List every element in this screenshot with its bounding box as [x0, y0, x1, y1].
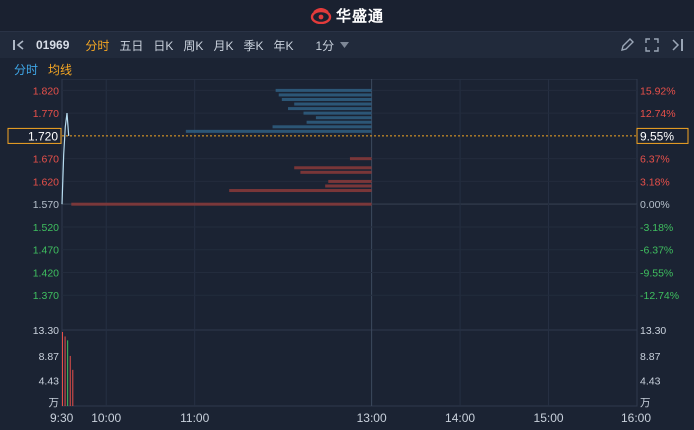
chevron-down-icon: [340, 42, 350, 48]
bid-depth-bar: [325, 184, 372, 188]
ask-depth-bar: [281, 97, 372, 101]
ask-depth-bar: [185, 129, 372, 133]
tab-intraday[interactable]: 分时: [80, 37, 114, 54]
pct-tick-label: 15.92%: [640, 85, 676, 97]
volume-bar: [67, 340, 69, 406]
ask-depth-bar: [288, 107, 372, 111]
time-tick-label: 15:00: [534, 411, 564, 425]
volume-bar: [69, 355, 71, 406]
price-tick-label: 1.670: [33, 154, 59, 166]
volume-tick-label-right: 8.87: [640, 351, 661, 363]
intraday-chart: 1.720 9.55% 9:30 10:00 11:00 13:00 14:00 15:00…: [7, 79, 689, 425]
volume-tick-label-right: 万: [640, 397, 651, 409]
sub-bar: 分时 均线: [0, 59, 694, 79]
tab-five-day[interactable]: 五日: [114, 37, 148, 54]
volume-tick-label-right: 4.43: [640, 376, 661, 388]
expand-icon[interactable]: [645, 38, 659, 52]
price-tick-label: 1.470: [33, 245, 59, 257]
pct-tick-label: 3.18%: [640, 176, 670, 188]
ask-depth-bar: [294, 102, 372, 106]
avg-line-label[interactable]: 均线: [48, 61, 72, 78]
price-tick-label: 1.570: [33, 199, 59, 211]
current-price-label: 1.720: [28, 129, 58, 143]
price-tick-label: 1.820: [33, 85, 59, 97]
volume-tick-label-right: 13.30: [640, 325, 666, 337]
volume-bar: [64, 336, 66, 406]
ask-depth-bar: [275, 88, 372, 92]
time-tick-label: 9:30: [50, 411, 74, 425]
time-tick-label: 16:00: [621, 411, 651, 425]
bid-depth-bar: [294, 166, 372, 170]
ask-depth-bar: [272, 125, 372, 129]
volume-tick-label: 8.87: [39, 351, 60, 363]
bid-depth-bar: [229, 189, 372, 193]
collapse-right-icon[interactable]: [670, 38, 684, 52]
toolbar-icons: [620, 32, 684, 58]
tab-yearly-k[interactable]: 年K: [268, 37, 298, 54]
ask-depth-bar: [315, 116, 372, 120]
collapse-left-icon: [13, 40, 24, 50]
pct-tick-label: -6.37%: [640, 245, 673, 257]
ask-depth-bar: [306, 120, 372, 124]
pct-tick-label: 6.37%: [640, 154, 670, 166]
time-tick-label: 14:00: [445, 411, 475, 425]
current-pct-label: 9.55%: [640, 129, 674, 143]
bid-depth-bar: [300, 170, 372, 174]
ask-depth-bar: [278, 93, 372, 97]
stock-code: 01969: [36, 38, 70, 52]
tab-quarterly-k[interactable]: 季K: [238, 37, 268, 54]
volume-bar: [62, 332, 63, 406]
chart-toolbar: 01969 分时 五日 日K 周K 月K 季K 年K 1分: [0, 32, 694, 58]
mode-label[interactable]: 分时: [14, 61, 38, 78]
volume-tick-label: 万: [49, 397, 60, 409]
price-tick-label: 1.420: [33, 267, 59, 279]
volume-bars: [62, 332, 74, 406]
volume-tick-label: 13.30: [33, 325, 59, 337]
collapse-toggle[interactable]: [0, 39, 31, 51]
bid-depth-bar: [349, 157, 372, 161]
pencil-icon[interactable]: [620, 38, 634, 52]
volume-bar: [72, 369, 74, 406]
time-tick-label: 10:00: [91, 411, 121, 425]
interval-select[interactable]: 1分: [310, 37, 354, 54]
bid-depth-bar: [328, 179, 372, 183]
pct-tick-label: -12.74%: [640, 290, 679, 302]
volume-tick-label: 4.43: [39, 376, 60, 388]
pct-tick-label: -9.55%: [640, 267, 673, 279]
pct-tick-label: 12.74%: [640, 108, 676, 120]
pct-tick-label: 0.00%: [640, 199, 670, 211]
price-tick-label: 1.620: [33, 176, 59, 188]
price-tick-label: 1.370: [33, 290, 59, 302]
bid-depth-bar: [71, 202, 372, 206]
huasheng-logo-icon: [310, 7, 332, 24]
tab-weekly-k[interactable]: 周K: [178, 37, 208, 54]
tab-monthly-k[interactable]: 月K: [208, 37, 238, 54]
tab-daily-k[interactable]: 日K: [148, 37, 178, 54]
app-title: 华盛通: [335, 8, 384, 25]
order-book-bars: [71, 88, 372, 206]
time-tick-label: 11:00: [180, 411, 209, 425]
title-bar: 华盛通: [0, 0, 694, 32]
interval-label: 1分: [315, 38, 335, 53]
price-tick-label: 1.770: [33, 108, 59, 120]
time-tick-label: 13:00: [357, 411, 387, 425]
ask-depth-bar: [303, 111, 372, 115]
brand: 华盛通: [310, 5, 384, 26]
pct-tick-label: -3.18%: [640, 222, 673, 234]
price-tick-label: 1.520: [33, 222, 59, 234]
